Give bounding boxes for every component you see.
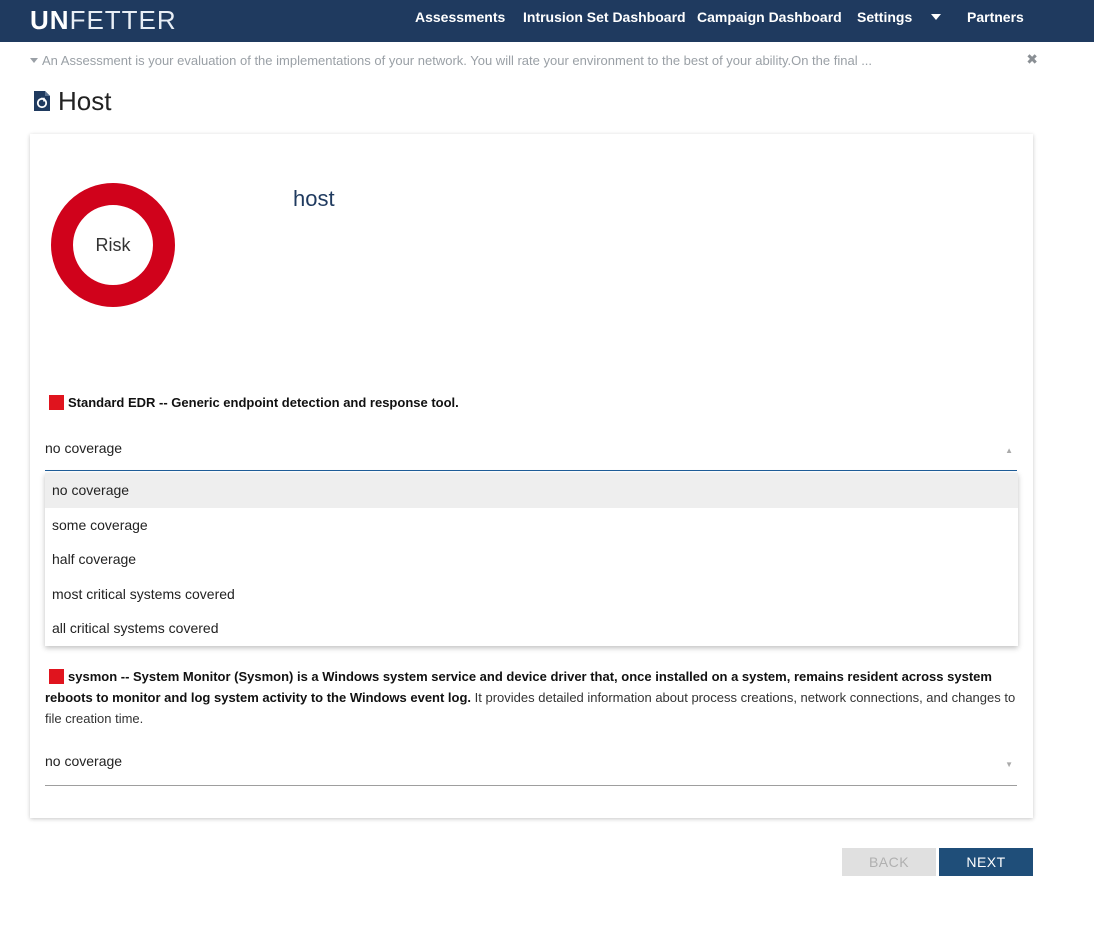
option-no-coverage[interactable]: no coverage [45, 473, 1018, 508]
coverage-options-menu: no coverage some coverage half coverage … [45, 473, 1018, 646]
status-square-icon [49, 395, 64, 410]
sysmon-coverage-select[interactable]: no coverage ▼ [45, 749, 1017, 786]
status-square-icon [49, 669, 64, 684]
option-most-critical[interactable]: most critical systems covered [45, 577, 1018, 612]
edr-coverage-value: no coverage [45, 440, 123, 456]
nav-campaign-label[interactable]: Campaign Dashboard [697, 9, 842, 25]
nav-assessments-label[interactable]: Assessments [415, 9, 505, 25]
next-button[interactable]: NEXT [939, 848, 1033, 876]
nav-assessments[interactable]: Assessments [415, 0, 505, 34]
option-some-coverage[interactable]: some coverage [45, 508, 1018, 543]
page-title-text: Host [58, 85, 112, 116]
option-half-coverage[interactable]: half coverage [45, 542, 1018, 577]
info-banner: An Assessment is your evaluation of the … [30, 50, 1040, 70]
nav-partners-label[interactable]: Partners [967, 9, 1024, 25]
nav-settings-label[interactable]: Settings [857, 9, 912, 25]
chevron-down-icon[interactable] [931, 14, 942, 20]
card-heading: host [293, 186, 335, 211]
back-button[interactable]: BACK [842, 848, 936, 876]
question-sysmon-label: sysmon -- System Monitor (Sysmon) is a W… [45, 666, 1017, 729]
question-edr-label: Standard EDR -- Generic endpoint detecti… [49, 392, 1009, 413]
arrow-down-icon[interactable]: ▼ [1005, 760, 1013, 769]
collapse-triangle-icon[interactable] [30, 57, 38, 63]
info-banner-text: An Assessment is your evaluation of the … [42, 52, 873, 68]
nav-settings[interactable]: Settings [857, 0, 942, 34]
assessment-card: Risk host Standard EDR -- Generic endpoi… [30, 134, 1033, 818]
top-navbar: UN FETTER Assessments Intrusion Set Dash… [0, 0, 1094, 42]
page-title: Host [32, 84, 111, 118]
nav-partners[interactable]: Partners [967, 0, 1024, 34]
question-edr-title: Standard EDR -- Generic endpoint detecti… [68, 395, 459, 410]
document-icon [34, 91, 50, 111]
nav-intrusion-set-dashboard[interactable]: Intrusion Set Dashboard [523, 0, 686, 34]
nav-intrusion-set-label[interactable]: Intrusion Set Dashboard [523, 9, 686, 25]
close-icon[interactable]: ✖ [1026, 51, 1038, 68]
nav-campaign-dashboard[interactable]: Campaign Dashboard [697, 0, 842, 34]
risk-label: Risk [95, 234, 131, 255]
logo-light-text: FETTER [69, 4, 177, 35]
unfetter-logo[interactable]: UN FETTER [30, 5, 177, 35]
logo-bold-text: UN [30, 4, 70, 35]
arrow-up-icon[interactable]: ▲ [1005, 446, 1013, 455]
sysmon-coverage-value: no coverage [45, 753, 123, 769]
option-all-critical[interactable]: all critical systems covered [45, 611, 1018, 646]
edr-coverage-select[interactable]: no coverage ▲ [45, 434, 1017, 471]
